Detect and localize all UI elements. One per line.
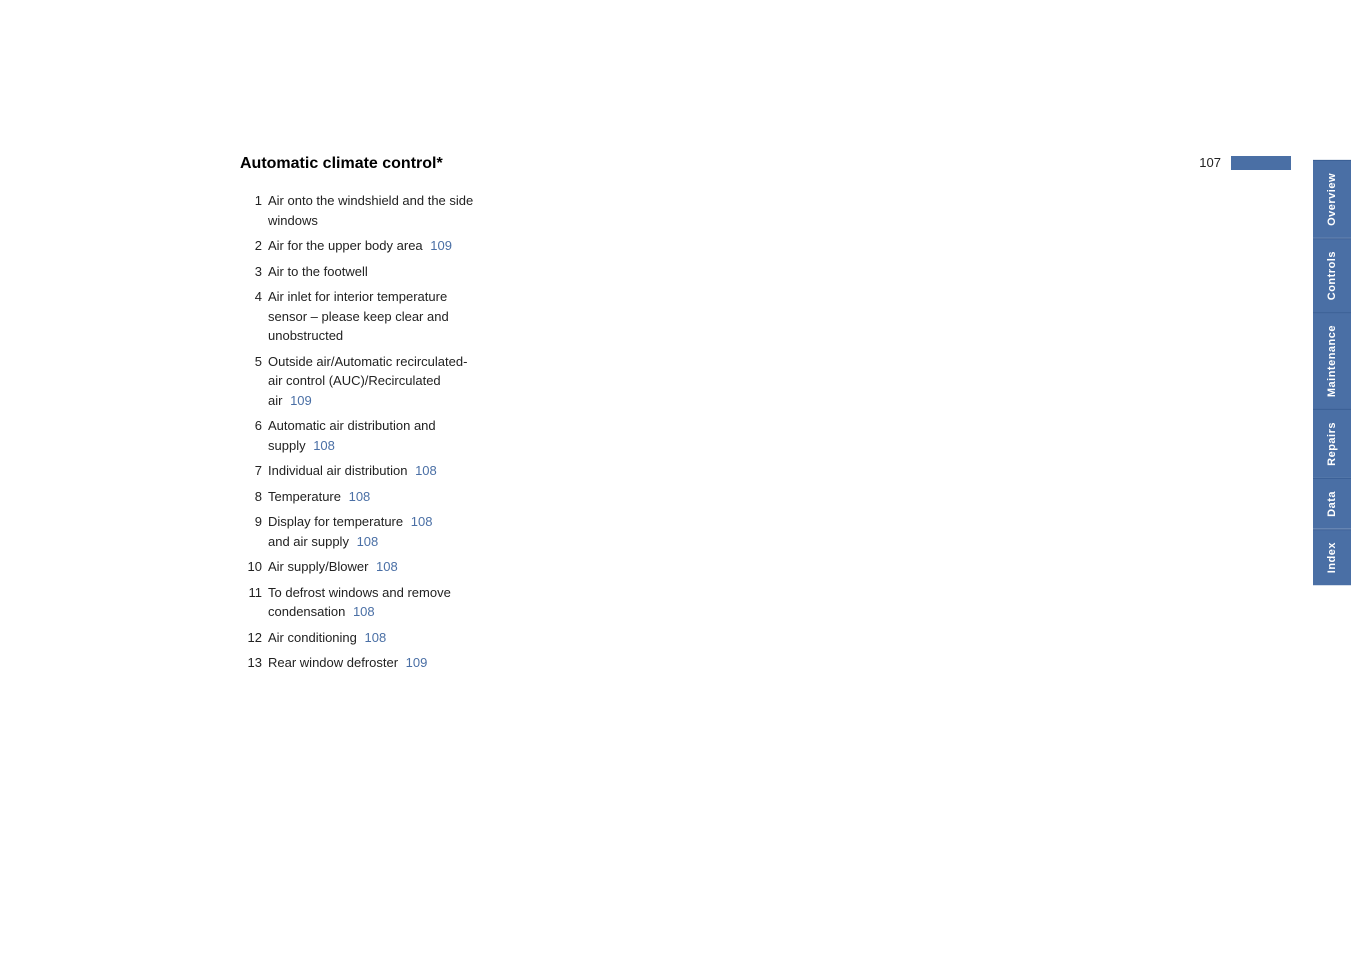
list-item: 7 Individual air distribution 108 bbox=[240, 461, 990, 481]
sidebar-tab-data[interactable]: Data bbox=[1313, 478, 1351, 529]
list-item: 2 Air for the upper body area 109 bbox=[240, 236, 990, 256]
section-title: Automatic climate control* bbox=[240, 155, 990, 173]
item-link[interactable]: 108 bbox=[357, 534, 379, 549]
item-link[interactable]: 108 bbox=[411, 514, 433, 529]
list-item: 3 Air to the footwell bbox=[240, 262, 990, 282]
item-number: 4 bbox=[240, 287, 268, 346]
list-item: 12 Air conditioning 108 bbox=[240, 628, 990, 648]
item-text: Rear window defroster 109 bbox=[268, 653, 427, 673]
item-link[interactable]: 108 bbox=[353, 604, 375, 619]
item-number: 7 bbox=[240, 461, 268, 481]
item-number: 1 bbox=[240, 191, 268, 230]
item-text: Display for temperature 108and air suppl… bbox=[268, 512, 432, 551]
list-item: 5 Outside air/Automatic recirculated-air… bbox=[240, 352, 990, 411]
item-number: 13 bbox=[240, 653, 268, 673]
sidebar: Overview Controls Maintenance Repairs Da… bbox=[1313, 0, 1351, 954]
item-number: 2 bbox=[240, 236, 268, 256]
item-number: 9 bbox=[240, 512, 268, 551]
list-item: 1 Air onto the windshield and the sidewi… bbox=[240, 191, 990, 230]
item-text: Air to the footwell bbox=[268, 262, 368, 282]
list-item: 9 Display for temperature 108and air sup… bbox=[240, 512, 990, 551]
item-number: 12 bbox=[240, 628, 268, 648]
item-number: 3 bbox=[240, 262, 268, 282]
sidebar-tab-overview[interactable]: Overview bbox=[1313, 160, 1351, 238]
item-number: 8 bbox=[240, 487, 268, 507]
item-text: Air for the upper body area 109 bbox=[268, 236, 452, 256]
item-text: Individual air distribution 108 bbox=[268, 461, 437, 481]
item-link[interactable]: 109 bbox=[406, 655, 428, 670]
item-text: Air onto the windshield and the sidewind… bbox=[268, 191, 473, 230]
item-link[interactable]: 108 bbox=[376, 559, 398, 574]
item-link[interactable]: 109 bbox=[290, 393, 312, 408]
item-text: Air supply/Blower 108 bbox=[268, 557, 398, 577]
item-number: 6 bbox=[240, 416, 268, 455]
item-text: Air conditioning 108 bbox=[268, 628, 386, 648]
item-text: Temperature 108 bbox=[268, 487, 370, 507]
main-content: Automatic climate control* 1 Air onto th… bbox=[240, 155, 990, 679]
page-container: 107 Automatic climate control* 1 Air ont… bbox=[0, 0, 1351, 954]
list-item: 6 Automatic air distribution andsupply 1… bbox=[240, 416, 990, 455]
item-text: Automatic air distribution andsupply 108 bbox=[268, 416, 436, 455]
list-item: 13 Rear window defroster 109 bbox=[240, 653, 990, 673]
list-item: 10 Air supply/Blower 108 bbox=[240, 557, 990, 577]
page-number: 107 bbox=[1199, 155, 1221, 170]
item-text: Air inlet for interior temperaturesensor… bbox=[268, 287, 449, 346]
list-item: 8 Temperature 108 bbox=[240, 487, 990, 507]
item-number: 10 bbox=[240, 557, 268, 577]
sidebar-tab-repairs[interactable]: Repairs bbox=[1313, 409, 1351, 478]
sidebar-tab-index[interactable]: Index bbox=[1313, 529, 1351, 585]
item-text: To defrost windows and removecondensatio… bbox=[268, 583, 451, 622]
item-number: 11 bbox=[240, 583, 268, 622]
item-text: Outside air/Automatic recirculated-air c… bbox=[268, 352, 467, 411]
item-link[interactable]: 108 bbox=[349, 489, 371, 504]
item-link[interactable]: 108 bbox=[415, 463, 437, 478]
item-link[interactable]: 108 bbox=[365, 630, 387, 645]
sidebar-tab-controls[interactable]: Controls bbox=[1313, 238, 1351, 312]
list-item: 11 To defrost windows and removecondensa… bbox=[240, 583, 990, 622]
items-list: 1 Air onto the windshield and the sidewi… bbox=[240, 191, 990, 673]
item-link[interactable]: 108 bbox=[313, 438, 335, 453]
page-header: 107 bbox=[1199, 155, 1291, 170]
list-item: 4 Air inlet for interior temperaturesens… bbox=[240, 287, 990, 346]
item-link[interactable]: 109 bbox=[430, 238, 452, 253]
item-number: 5 bbox=[240, 352, 268, 411]
sidebar-tab-maintenance[interactable]: Maintenance bbox=[1313, 312, 1351, 409]
page-number-bar bbox=[1231, 156, 1291, 170]
